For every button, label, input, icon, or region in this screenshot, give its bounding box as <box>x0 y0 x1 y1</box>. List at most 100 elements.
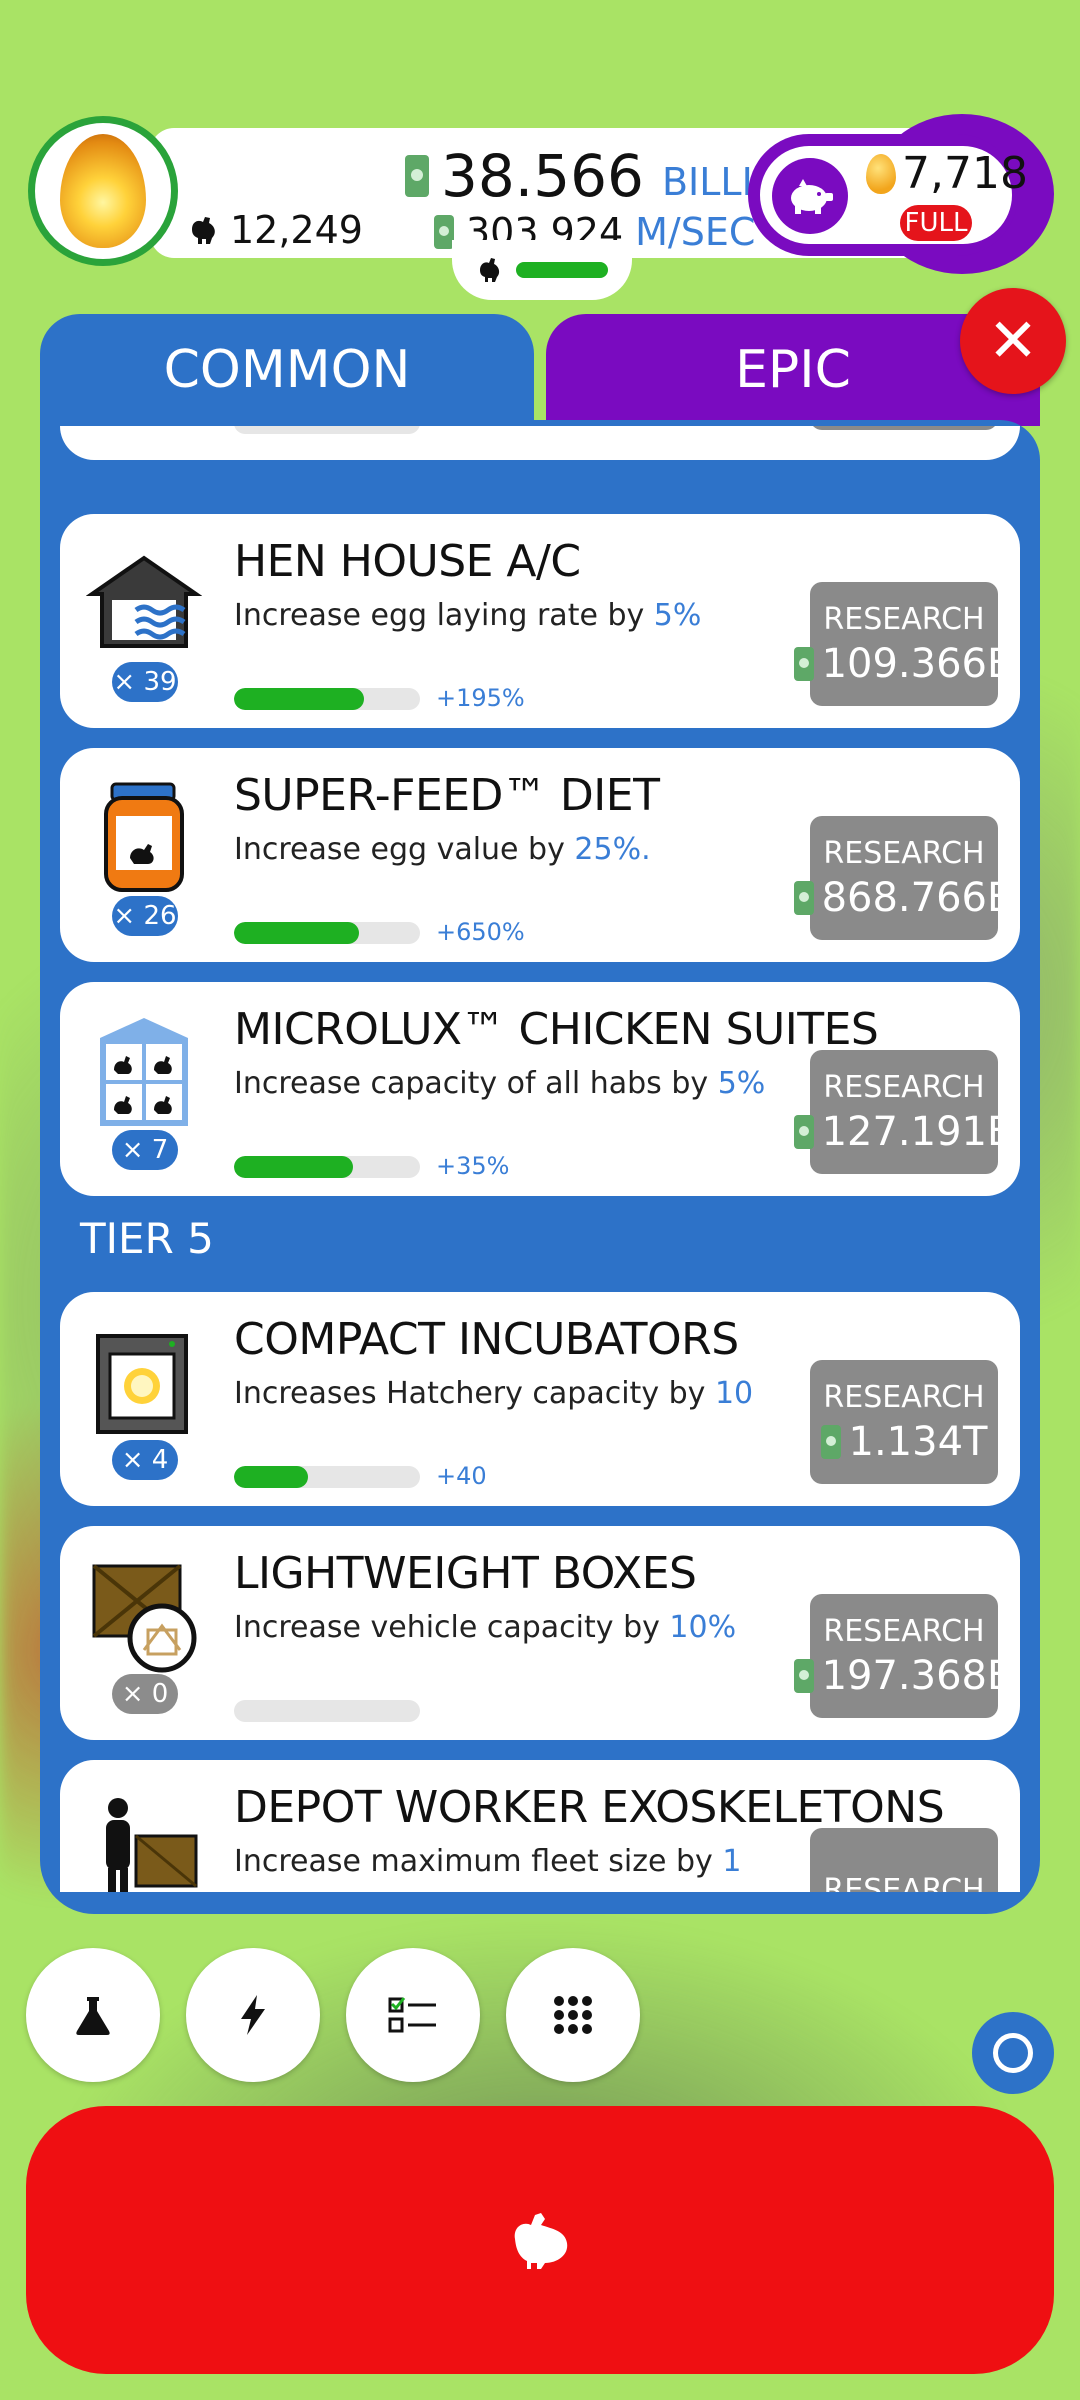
close-button[interactable]: ✕ <box>960 288 1066 394</box>
worker-icon <box>86 1792 202 1892</box>
hen-house-ac-icon <box>85 546 203 662</box>
research-description: Increase maximum fleet size by 1 <box>234 1844 742 1879</box>
research-cost: 868.766B <box>821 874 1015 921</box>
research-card-hen-house-ac: × 39 HEN HOUSE A/C Increase egg laying r… <box>60 514 1020 728</box>
feed-jar-icon <box>86 780 202 896</box>
research-card-depot-worker: DEPOT WORKER EXOSKELETONS Increase maxim… <box>60 1760 1020 1892</box>
main-menu-button[interactable] <box>506 1948 640 2082</box>
progress-bar <box>234 426 420 434</box>
research-button[interactable]: RESEARCH <box>810 1828 998 1892</box>
research-title: MICROLUX™ CHICKEN SUITES <box>234 1004 879 1055</box>
golden-egg-count: 7,718 <box>866 148 1028 199</box>
lightning-icon <box>241 1995 265 2035</box>
progress-bar <box>234 1156 420 1178</box>
golden-egg-button[interactable] <box>28 116 178 266</box>
research-card-microlux: × 7 MICROLUX™ CHICKEN SUITES Increase ca… <box>60 982 1020 1196</box>
progress-fill <box>234 1466 309 1488</box>
golden-egg-value: 7,718 <box>902 148 1028 199</box>
boosts-button[interactable] <box>186 1948 320 2082</box>
research-title: HEN HOUSE A/C <box>234 536 581 587</box>
missions-button[interactable] <box>346 1948 480 2082</box>
research-button-label: RESEARCH <box>823 1872 985 1893</box>
crate-icon <box>86 1558 202 1674</box>
research-list[interactable]: × 0 × 39 HEN HOUSE A/C Increase egg layi… <box>60 426 1020 1892</box>
flask-icon <box>76 1997 110 2035</box>
research-cost: 109.366B <box>821 640 1015 687</box>
research-description: Increase vehicle capacity by 10% <box>234 1610 737 1645</box>
research-card-lightweight-boxes: × 0 LIGHTWEIGHT BOXES Increase vehicle c… <box>60 1526 1020 1740</box>
ring-icon <box>993 2033 1033 2073</box>
research-button-label: RESEARCH <box>823 1613 985 1649</box>
hatch-chicken-button[interactable] <box>26 2106 1054 2374</box>
piggy-bank-icon <box>772 158 848 234</box>
close-icon: ✕ <box>987 306 1039 376</box>
money-amount: 38.566 <box>441 142 644 210</box>
research-description: Increases Hatchery capacity by 10 <box>234 1376 754 1411</box>
research-title: LIGHTWEIGHT BOXES <box>234 1548 697 1599</box>
progress-fill <box>234 922 359 944</box>
research-menu-button[interactable] <box>26 1948 160 2082</box>
chicken-count: 12,249 <box>188 208 363 252</box>
research-cost: 1.134T <box>848 1418 988 1465</box>
golden-egg-icon <box>866 153 896 194</box>
tab-common[interactable]: COMMON <box>40 314 534 426</box>
research-title: DEPOT WORKER EXOSKELETONS <box>234 1782 945 1833</box>
cash-icon <box>793 1114 814 1149</box>
progress-fill <box>234 688 365 710</box>
research-card-super-feed: × 26 SUPER-FEED™ DIET Increase egg value… <box>60 748 1020 962</box>
level-badge: × 26 <box>112 896 178 936</box>
level-badge: × 0 <box>112 1674 178 1714</box>
research-button-label: RESEARCH <box>823 835 985 871</box>
progress-bar <box>234 1466 420 1488</box>
research-button-label: RESEARCH <box>823 1069 985 1105</box>
camera-toggle-button[interactable] <box>972 2012 1054 2094</box>
progress-bar <box>234 1700 420 1722</box>
research-title: SUPER-FEED™ DIET <box>234 770 660 821</box>
research-description: Increase egg value by 25%. <box>234 832 651 867</box>
research-button[interactable]: RESEARCH 868.766B <box>793 816 1014 940</box>
research-title: COMPACT INCUBATORS <box>234 1314 739 1365</box>
research-button[interactable]: RESEARCH 197.368B <box>793 1594 1014 1718</box>
bonus-label: +35% <box>436 1152 510 1180</box>
progress-fill <box>234 1156 354 1178</box>
chicken-icon <box>514 2213 568 2269</box>
research-cost: 197.368B <box>821 1652 1015 1699</box>
bonus-label: +650% <box>436 918 525 946</box>
tier-label: TIER 5 <box>80 1214 214 1263</box>
research-button[interactable] <box>810 426 998 430</box>
research-button-label: RESEARCH <box>823 1379 985 1415</box>
bonus-label: +195% <box>436 684 525 712</box>
incubator-icon <box>86 1324 202 1440</box>
cash-icon <box>793 646 814 681</box>
cash-icon <box>793 880 814 915</box>
level-badge: × 7 <box>112 1130 178 1170</box>
progress-bar <box>234 688 420 710</box>
research-panel: × 0 × 39 HEN HOUSE A/C Increase egg layi… <box>40 420 1040 1914</box>
chicken-icon <box>192 217 215 244</box>
bonus-label: +40 <box>436 1462 487 1490</box>
level-badge: × 39 <box>112 662 178 702</box>
golden-egg-icon <box>60 134 146 248</box>
research-description: Increase capacity of all habs by 5% <box>234 1066 766 1101</box>
research-card: × 0 <box>60 426 1020 460</box>
research-description: Increase egg laying rate by 5% <box>234 598 702 633</box>
research-card-compact-incubators: × 4 COMPACT INCUBATORS Increases Hatcher… <box>60 1292 1020 1506</box>
research-button[interactable]: RESEARCH 1.134T <box>810 1360 998 1484</box>
research-button-label: RESEARCH <box>823 601 985 637</box>
research-cost: 127.191B <box>821 1108 1015 1155</box>
chicken-count-value: 12,249 <box>230 208 363 252</box>
chicken-icon <box>480 258 500 282</box>
research-button[interactable]: RESEARCH 127.191B <box>793 1050 1014 1174</box>
cash-icon <box>793 1658 814 1693</box>
progress-bar <box>234 922 420 944</box>
drone-progress-bar <box>516 262 608 278</box>
rate-unit: M/SEC <box>635 210 756 254</box>
grid-icon <box>554 1996 592 2034</box>
checklist-icon <box>388 1997 436 2033</box>
chicken-suites-icon <box>86 1014 202 1130</box>
research-button[interactable]: RESEARCH 109.366B <box>793 582 1014 706</box>
cash-icon <box>820 1424 841 1459</box>
cash-icon <box>405 155 429 197</box>
level-badge: × 4 <box>112 1440 178 1480</box>
drone-meter[interactable] <box>452 240 632 300</box>
